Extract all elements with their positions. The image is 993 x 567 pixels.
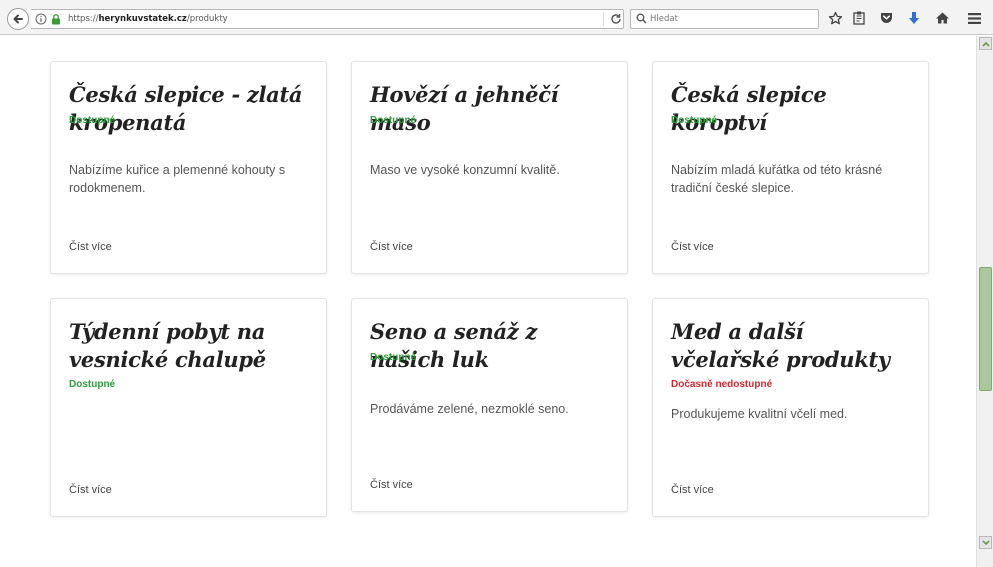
availability-badge: Dostupné <box>69 115 116 126</box>
read-more-link[interactable]: Číst více <box>370 479 413 491</box>
url-path: /produkty <box>186 14 228 24</box>
product-card[interactable]: Seno a senáž z našich luk Dostupné Prodá… <box>351 298 628 512</box>
product-card[interactable]: Česká slepice - zlatá kropenatá Dostupné… <box>50 61 327 274</box>
menu-icon[interactable] <box>965 9 983 27</box>
url-bar[interactable]: https://herynkuvstatek.cz/produkty <box>31 9 624 29</box>
url-divider <box>603 12 604 26</box>
arrow-left-icon <box>13 14 23 24</box>
availability-badge: Dostupné <box>370 352 417 363</box>
url-text[interactable]: https://herynkuvstatek.cz/produkty <box>68 14 228 24</box>
url-prefix: https:// <box>68 14 99 24</box>
browser-toolbar: https://herynkuvstatek.cz/produkty Hleda… <box>0 0 993 35</box>
product-description: Produkujeme kvalitní včelí med. <box>671 407 848 421</box>
read-more-link[interactable]: Číst více <box>370 241 413 253</box>
back-button[interactable] <box>7 8 29 30</box>
availability-badge: Dostupné <box>671 115 718 126</box>
info-icon[interactable] <box>35 13 47 25</box>
vertical-scrollbar[interactable] <box>976 36 993 567</box>
product-card[interactable]: Hovězí a jehněčí maso Dostupné Maso ve v… <box>351 61 628 274</box>
scroll-up-button[interactable] <box>979 37 992 50</box>
scroll-down-button[interactable] <box>979 536 992 549</box>
product-card[interactable]: Týdenní pobyt na vesnické chalupě Dostup… <box>50 298 327 517</box>
product-description: Maso ve vysoké konzumní kvalitě. <box>370 163 560 177</box>
pocket-icon[interactable] <box>877 9 895 27</box>
search-input[interactable]: Hledat <box>650 14 678 24</box>
read-more-link[interactable]: Číst více <box>69 241 112 253</box>
read-more-link[interactable]: Číst více <box>671 241 714 253</box>
product-card[interactable]: Med a další včelařské produkty Dočasně n… <box>652 298 929 517</box>
product-description: Nabízíme kuřice a plemenné kohouty s rod… <box>69 163 286 195</box>
read-more-link[interactable]: Číst více <box>69 484 112 496</box>
reload-icon[interactable] <box>609 12 623 26</box>
product-title[interactable]: Česká slepice - zlatá kropenatá <box>69 81 314 137</box>
availability-badge: Dostupné <box>370 115 417 126</box>
scroll-thumb[interactable] <box>979 267 992 391</box>
product-description: Prodáváme zelené, nezmoklé seno. <box>370 402 569 416</box>
read-more-link[interactable]: Číst více <box>671 484 714 496</box>
product-card[interactable]: Česká slepice koroptví Dostupné Nabízím … <box>652 61 929 274</box>
download-icon[interactable] <box>905 9 923 27</box>
bookmark-star-icon[interactable] <box>826 9 844 27</box>
search-bar[interactable]: Hledat <box>630 9 819 29</box>
home-icon[interactable] <box>933 9 951 27</box>
product-title[interactable]: Česká slepice koroptví <box>671 81 916 137</box>
chevron-up-icon <box>981 41 990 47</box>
page-content: Česká slepice - zlatá kropenatá Dostupné… <box>0 36 975 567</box>
reading-list-icon[interactable] <box>850 9 868 27</box>
product-description: Nabízím mladá kuřátka od této krásné tra… <box>671 163 883 195</box>
search-icon <box>636 13 647 24</box>
product-title[interactable]: Seno a senáž z našich luk <box>370 318 615 374</box>
url-domain: herynkuvstatek.cz <box>98 14 187 24</box>
product-title[interactable]: Hovězí a jehněčí maso <box>370 81 615 137</box>
availability-badge: Dostupné <box>69 379 116 390</box>
lock-icon <box>52 14 60 25</box>
chevron-down-icon <box>981 539 990 545</box>
product-title[interactable]: Týdenní pobyt na vesnické chalupě <box>69 318 314 374</box>
product-title[interactable]: Med a další včelařské produkty <box>671 318 916 374</box>
availability-badge: Dočasně nedostupné <box>671 379 773 390</box>
